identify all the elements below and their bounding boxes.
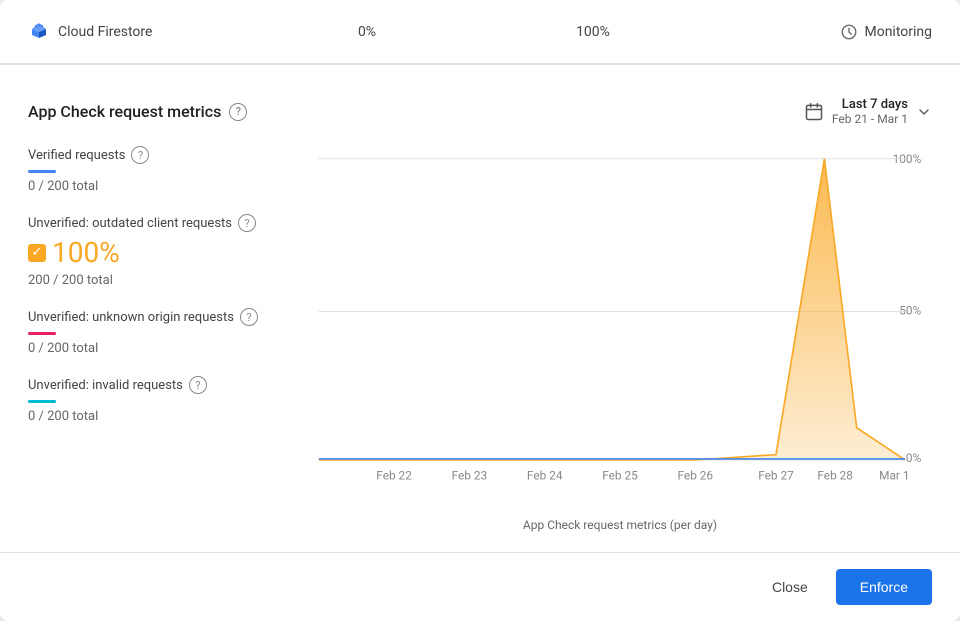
monitoring-link[interactable]: Monitoring xyxy=(706,23,932,41)
svg-text:Feb 26: Feb 26 xyxy=(678,468,714,482)
unknown-help-icon[interactable]: ? xyxy=(240,308,258,326)
svg-text:Feb 22: Feb 22 xyxy=(376,468,412,482)
calendar-icon xyxy=(804,102,824,122)
metric-verified-label: Verified requests ? xyxy=(28,146,308,164)
date-range-label: Last 7 days Feb 21 - Mar 1 xyxy=(832,97,908,126)
outdated-percent: 100% xyxy=(52,236,120,269)
svg-text:50%: 50% xyxy=(899,304,921,318)
outdated-checkbox: ✓ xyxy=(28,244,46,262)
close-button[interactable]: Close xyxy=(756,571,824,603)
metric-verified: Verified requests ? 0 / 200 total xyxy=(28,146,308,194)
metric-outdated-label: Unverified: outdated client requests ? xyxy=(28,214,308,232)
svg-text:Feb 28: Feb 28 xyxy=(817,468,853,482)
clock-icon xyxy=(840,23,858,41)
metric-unknown-label: Unverified: unknown origin requests ? xyxy=(28,308,308,326)
footer: Close Enforce xyxy=(0,552,960,621)
invalid-line xyxy=(28,400,56,403)
firestore-icon xyxy=(28,21,50,43)
svg-text:Mar 1: Mar 1 xyxy=(879,468,909,482)
chart-area: Verified requests ? 0 / 200 total Unveri… xyxy=(28,146,932,544)
chevron-down-icon xyxy=(916,104,932,120)
verified-value: 0 / 200 total xyxy=(28,179,308,194)
main-content: App Check request metrics ? Last 7 days … xyxy=(0,73,960,544)
zero-percent: 0% xyxy=(254,24,480,40)
metrics-panel: Verified requests ? 0 / 200 total Unveri… xyxy=(28,146,308,544)
invalid-help-icon[interactable]: ? xyxy=(189,376,207,394)
metric-invalid: Unverified: invalid requests ? 0 / 200 t… xyxy=(28,376,308,424)
metric-invalid-label: Unverified: invalid requests ? xyxy=(28,376,308,394)
svg-text:Feb 24: Feb 24 xyxy=(527,468,563,482)
unknown-value: 0 / 200 total xyxy=(28,341,308,356)
service-name: Cloud Firestore xyxy=(28,21,254,43)
metric-outdated: Unverified: outdated client requests ? ✓… xyxy=(28,214,308,288)
chart-container: 100% 50% 0% xyxy=(308,146,932,544)
chart-svg: 100% 50% 0% xyxy=(308,146,932,484)
dialog: Cloud Firestore 0% 100% Monitoring App C… xyxy=(0,0,960,621)
hundred-percent: 100% xyxy=(480,24,706,40)
help-icon[interactable]: ? xyxy=(229,103,247,121)
invalid-value: 0 / 200 total xyxy=(28,409,308,424)
section-header: App Check request metrics ? Last 7 days … xyxy=(28,97,932,126)
svg-text:Feb 25: Feb 25 xyxy=(602,468,638,482)
chart-x-label: App Check request metrics (per day) xyxy=(308,518,932,532)
svg-text:0%: 0% xyxy=(906,451,922,465)
date-range-selector[interactable]: Last 7 days Feb 21 - Mar 1 xyxy=(804,97,932,126)
unknown-line xyxy=(28,332,56,335)
outdated-value: 200 / 200 total xyxy=(28,273,308,288)
svg-text:Feb 27: Feb 27 xyxy=(758,468,794,482)
metric-outdated-large: ✓ 100% xyxy=(28,236,308,269)
svg-text:Feb 23: Feb 23 xyxy=(452,468,488,482)
top-bar: Cloud Firestore 0% 100% Monitoring xyxy=(0,0,960,64)
section-title: App Check request metrics ? xyxy=(28,102,247,121)
verified-line xyxy=(28,170,56,173)
metric-unknown: Unverified: unknown origin requests ? 0 … xyxy=(28,308,308,356)
enforce-button[interactable]: Enforce xyxy=(836,569,932,605)
verified-help-icon[interactable]: ? xyxy=(131,146,149,164)
service-label: Cloud Firestore xyxy=(58,24,152,40)
outdated-help-icon[interactable]: ? xyxy=(238,214,256,232)
